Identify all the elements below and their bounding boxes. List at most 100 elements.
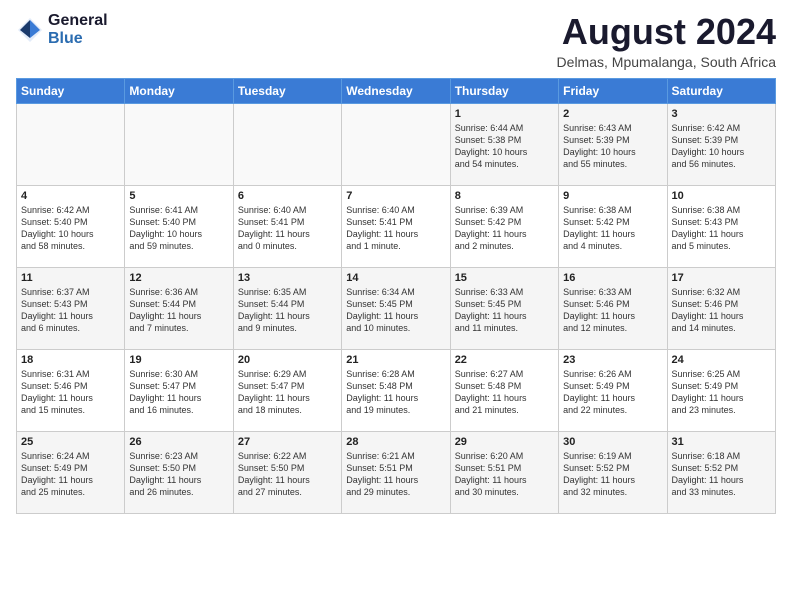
calendar-table: Sunday Monday Tuesday Wednesday Thursday…	[16, 78, 776, 514]
calendar-cell-w3-d2: 12 Sunrise: 6:36 AM Sunset: 5:44 PM Dayli…	[125, 267, 233, 349]
calendar-cell-w1-d2	[125, 103, 233, 185]
day-info: Sunrise: 6:21 AM Sunset: 5:51 PM Dayligh…	[346, 450, 445, 499]
calendar-cell-w3-d4: 14 Sunrise: 6:34 AM Sunset: 5:45 PM Dayli…	[342, 267, 450, 349]
logo: General Blue	[16, 12, 108, 47]
col-tuesday: Tuesday	[233, 78, 341, 103]
day-info: Sunrise: 6:38 AM Sunset: 5:43 PM Dayligh…	[672, 204, 771, 253]
logo-icon	[16, 16, 44, 44]
day-number: 24	[672, 354, 771, 366]
calendar-cell-w4-d1: 18 Sunrise: 6:31 AM Sunset: 5:46 PM Dayli…	[17, 349, 125, 431]
calendar-cell-w5-d5: 29Sunrise: 6:20 AM Sunset: 5:51 PM Dayli…	[450, 431, 558, 513]
day-number: 23	[563, 354, 662, 366]
calendar-cell-w1-d1	[17, 103, 125, 185]
day-info: Sunrise: 6:18 AM Sunset: 5:52 PM Dayligh…	[672, 450, 771, 499]
day-info: Sunrise: 6:36 AM Sunset: 5:44 PM Dayligh…	[129, 286, 228, 335]
day-number: 11	[21, 272, 120, 284]
col-monday: Monday	[125, 78, 233, 103]
day-number: 4	[21, 190, 120, 202]
day-info: Sunrise: 6:43 AM Sunset: 5:39 PM Dayligh…	[563, 122, 662, 171]
day-number: 19	[129, 354, 228, 366]
logo-text: General Blue	[48, 12, 108, 47]
day-info: Sunrise: 6:24 AM Sunset: 5:49 PM Dayligh…	[21, 450, 120, 499]
day-info: Sunrise: 6:33 AM Sunset: 5:46 PM Dayligh…	[563, 286, 662, 335]
calendar-cell-w4-d3: 20 Sunrise: 6:29 AM Sunset: 5:47 PM Dayli…	[233, 349, 341, 431]
day-number: 2	[563, 108, 662, 120]
day-number: 6	[238, 190, 337, 202]
day-info: Sunrise: 6:35 AM Sunset: 5:44 PM Dayligh…	[238, 286, 337, 335]
day-number: 7	[346, 190, 445, 202]
day-info: Sunrise: 6:27 AM Sunset: 5:48 PM Dayligh…	[455, 368, 554, 417]
day-info: Sunrise: 6:41 AM Sunset: 5:40 PM Dayligh…	[129, 204, 228, 253]
day-info: Sunrise: 6:31 AM Sunset: 5:46 PM Dayligh…	[21, 368, 120, 417]
day-number: 25	[21, 436, 120, 448]
title-block: August 2024 Delmas, Mpumalanga, South Af…	[557, 12, 776, 70]
calendar-cell-w2-d6: 9 Sunrise: 6:38 AM Sunset: 5:42 PM Daylig…	[559, 185, 667, 267]
location-subtitle: Delmas, Mpumalanga, South Africa	[557, 54, 776, 70]
day-info: Sunrise: 6:44 AM Sunset: 5:38 PM Dayligh…	[455, 122, 554, 171]
calendar-cell-w2-d5: 8 Sunrise: 6:39 AM Sunset: 5:42 PM Daylig…	[450, 185, 558, 267]
calendar-cell-w5-d6: 30 Sunrise: 6:19 AM Sunset: 5:52 PM Dayli…	[559, 431, 667, 513]
day-info: Sunrise: 6:33 AM Sunset: 5:45 PM Dayligh…	[455, 286, 554, 335]
day-info: Sunrise: 6:40 AM Sunset: 5:41 PM Dayligh…	[238, 204, 337, 253]
calendar-cell-w2-d7: 10 Sunrise: 6:38 AM Sunset: 5:43 PM Dayli…	[667, 185, 775, 267]
week-row-3: 11 Sunrise: 6:37 AM Sunset: 5:43 PM Dayli…	[17, 267, 776, 349]
day-number: 9	[563, 190, 662, 202]
day-number: 22	[455, 354, 554, 366]
day-info: Sunrise: 6:37 AM Sunset: 5:43 PM Dayligh…	[21, 286, 120, 335]
day-info: Sunrise: 6:22 AM Sunset: 5:50 PM Dayligh…	[238, 450, 337, 499]
logo-general-text: General	[48, 12, 108, 30]
day-number: 18	[21, 354, 120, 366]
day-number: 17	[672, 272, 771, 284]
month-year-title: August 2024	[557, 12, 776, 52]
day-number: 1	[455, 108, 554, 120]
calendar-cell-w3-d7: 17Sunrise: 6:32 AM Sunset: 5:46 PM Dayli…	[667, 267, 775, 349]
col-saturday: Saturday	[667, 78, 775, 103]
day-info: Sunrise: 6:34 AM Sunset: 5:45 PM Dayligh…	[346, 286, 445, 335]
calendar-cell-w4-d2: 19Sunrise: 6:30 AM Sunset: 5:47 PM Dayli…	[125, 349, 233, 431]
calendar-cell-w3-d5: 15Sunrise: 6:33 AM Sunset: 5:45 PM Dayli…	[450, 267, 558, 349]
calendar-cell-w4-d4: 21Sunrise: 6:28 AM Sunset: 5:48 PM Dayli…	[342, 349, 450, 431]
day-info: Sunrise: 6:29 AM Sunset: 5:47 PM Dayligh…	[238, 368, 337, 417]
week-row-1: 1 Sunrise: 6:44 AM Sunset: 5:38 PM Daylig…	[17, 103, 776, 185]
calendar-cell-w4-d6: 23Sunrise: 6:26 AM Sunset: 5:49 PM Dayli…	[559, 349, 667, 431]
day-info: Sunrise: 6:19 AM Sunset: 5:52 PM Dayligh…	[563, 450, 662, 499]
calendar-cell-w2-d4: 7 Sunrise: 6:40 AM Sunset: 5:41 PM Daylig…	[342, 185, 450, 267]
calendar-cell-w5-d1: 25 Sunrise: 6:24 AM Sunset: 5:49 PM Dayli…	[17, 431, 125, 513]
logo-blue-text: Blue	[48, 30, 108, 48]
week-row-4: 18 Sunrise: 6:31 AM Sunset: 5:46 PM Dayli…	[17, 349, 776, 431]
calendar-cell-w2-d2: 5 Sunrise: 6:41 AM Sunset: 5:40 PM Daylig…	[125, 185, 233, 267]
week-row-5: 25 Sunrise: 6:24 AM Sunset: 5:49 PM Dayli…	[17, 431, 776, 513]
day-info: Sunrise: 6:23 AM Sunset: 5:50 PM Dayligh…	[129, 450, 228, 499]
calendar-cell-w3-d1: 11 Sunrise: 6:37 AM Sunset: 5:43 PM Dayli…	[17, 267, 125, 349]
calendar-cell-w3-d3: 13 Sunrise: 6:35 AM Sunset: 5:44 PM Dayli…	[233, 267, 341, 349]
day-info: Sunrise: 6:42 AM Sunset: 5:39 PM Dayligh…	[672, 122, 771, 171]
calendar-header-row: Sunday Monday Tuesday Wednesday Thursday…	[17, 78, 776, 103]
day-number: 8	[455, 190, 554, 202]
day-number: 12	[129, 272, 228, 284]
day-info: Sunrise: 6:40 AM Sunset: 5:41 PM Dayligh…	[346, 204, 445, 253]
day-number: 5	[129, 190, 228, 202]
day-number: 30	[563, 436, 662, 448]
calendar-cell-w1-d5: 1 Sunrise: 6:44 AM Sunset: 5:38 PM Daylig…	[450, 103, 558, 185]
calendar-cell-w2-d3: 6 Sunrise: 6:40 AM Sunset: 5:41 PM Daylig…	[233, 185, 341, 267]
page-header: General Blue August 2024 Delmas, Mpumala…	[16, 12, 776, 70]
col-wednesday: Wednesday	[342, 78, 450, 103]
day-number: 13	[238, 272, 337, 284]
calendar-cell-w4-d5: 22 Sunrise: 6:27 AM Sunset: 5:48 PM Dayli…	[450, 349, 558, 431]
calendar-cell-w5-d7: 31Sunrise: 6:18 AM Sunset: 5:52 PM Dayli…	[667, 431, 775, 513]
col-thursday: Thursday	[450, 78, 558, 103]
day-number: 27	[238, 436, 337, 448]
day-number: 14	[346, 272, 445, 284]
col-sunday: Sunday	[17, 78, 125, 103]
calendar-cell-w5-d2: 26Sunrise: 6:23 AM Sunset: 5:50 PM Dayli…	[125, 431, 233, 513]
day-info: Sunrise: 6:38 AM Sunset: 5:42 PM Dayligh…	[563, 204, 662, 253]
day-number: 20	[238, 354, 337, 366]
calendar-cell-w1-d4	[342, 103, 450, 185]
day-info: Sunrise: 6:42 AM Sunset: 5:40 PM Dayligh…	[21, 204, 120, 253]
day-number: 10	[672, 190, 771, 202]
day-number: 16	[563, 272, 662, 284]
day-info: Sunrise: 6:39 AM Sunset: 5:42 PM Dayligh…	[455, 204, 554, 253]
day-number: 29	[455, 436, 554, 448]
week-row-2: 4 Sunrise: 6:42 AM Sunset: 5:40 PM Daylig…	[17, 185, 776, 267]
calendar-cell-w3-d6: 16 Sunrise: 6:33 AM Sunset: 5:46 PM Dayli…	[559, 267, 667, 349]
